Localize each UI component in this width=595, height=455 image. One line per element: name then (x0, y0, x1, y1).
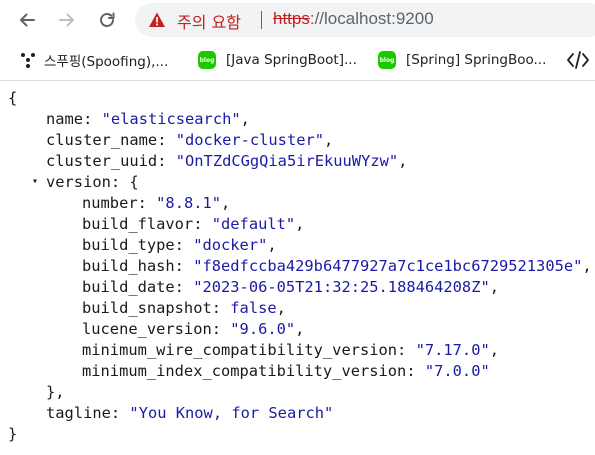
json-line-build-flavor: build_flavor: "default", (82, 215, 305, 233)
json-key: build_hash (82, 257, 175, 275)
bookmark-java-springboot[interactable]: blog [Java SpringBoot]... (198, 50, 357, 70)
forward-arrow-icon (59, 13, 74, 27)
url-scheme: https (273, 9, 310, 28)
browser-toolbar: 주의 요함 https://localhost:9200 (0, 0, 595, 40)
json-open-brace: { (8, 89, 18, 107)
json-value: "default" (211, 215, 296, 233)
bookmark-label: [Java SpringBoot]... (226, 52, 357, 68)
json-value: "7.17.0" (415, 341, 490, 359)
back-button[interactable] (12, 5, 42, 35)
json-key: version (46, 173, 111, 191)
json-value: "2023-06-05T21:32:25.188464208Z" (193, 278, 490, 296)
bookmark-label: [Spring] SpringBoo... (406, 52, 547, 68)
reload-icon (100, 12, 115, 27)
json-value: "You Know, for Search" (129, 404, 334, 422)
blog-icon: blog (378, 51, 396, 69)
json-line-build-type: build_type: "docker", (82, 236, 277, 254)
json-key: build_date (82, 278, 175, 296)
code-icon[interactable] (566, 50, 590, 70)
omnibox-separator (261, 11, 262, 29)
json-line-cluster-uuid: cluster_uuid: "OnTZdCGgQia5irEkuuWYzw", (46, 152, 408, 170)
json-value: "elasticsearch" (101, 110, 241, 128)
json-key: lucene_version (82, 320, 212, 338)
json-value: "docker" (193, 236, 268, 254)
not-secure-label[interactable]: 주의 요함 (177, 9, 241, 33)
json-key: minimum_index_compatibility_version (82, 362, 407, 380)
json-value: false (230, 299, 277, 317)
json-key: tagline (46, 404, 111, 422)
json-key: build_snapshot (82, 299, 212, 317)
json-value: "8.8.1" (156, 194, 222, 212)
bookmark-spoofing[interactable]: 스푸핑(Spoofing),... (20, 50, 168, 70)
json-line-min-wire: minimum_wire_compatibility_version: "7.1… (82, 341, 500, 359)
json-version-close: }, (46, 383, 65, 401)
bookmark-spring-springboot[interactable]: blog [Spring] SpringBoo... (378, 50, 546, 70)
json-key: cluster_name (46, 131, 158, 149)
json-line-number: number: "8.8.1", (82, 194, 231, 212)
json-key: build_flavor (82, 215, 194, 233)
json-line-lucene-version: lucene_version: "9.6.0", (82, 320, 305, 338)
json-close-brace: } (8, 425, 18, 443)
forward-button[interactable] (52, 5, 82, 35)
bookmark-label: 스푸핑(Spoofing),... (44, 54, 169, 70)
json-value: "f8edfccba429b6477927a7c1ce1bc6729521305… (193, 257, 583, 275)
url-text[interactable]: https://localhost:9200 (273, 9, 434, 29)
reload-button[interactable] (92, 5, 122, 35)
json-value: "9.6.0" (230, 320, 296, 338)
json-key: build_type (82, 236, 175, 254)
back-arrow-icon (20, 13, 35, 27)
json-line-min-index: minimum_index_compatibility_version: "7.… (82, 362, 490, 380)
bookmarks-bar: 스푸핑(Spoofing),... blog [Java SpringBoot]… (0, 40, 595, 81)
json-line-name: name: "elasticsearch", (46, 110, 250, 128)
json-line-build-date: build_date: "2023-06-05T21:32:25.1884642… (82, 278, 500, 296)
json-line-version[interactable]: version: { (46, 172, 139, 193)
json-line-cluster-name: cluster_name: "docker-cluster", (46, 131, 334, 149)
json-line-tagline: tagline: "You Know, for Search" (46, 404, 334, 422)
json-key: number (82, 194, 138, 212)
json-key: cluster_uuid (46, 152, 158, 170)
json-key: minimum_wire_compatibility_version (82, 341, 398, 359)
collapse-toggle-icon[interactable]: ▾ (32, 176, 38, 187)
url-host: ://localhost:9200 (309, 9, 434, 28)
dots-icon (21, 53, 35, 68)
json-value: "OnTZdCGgQia5irEkuuWYzw" (175, 152, 399, 170)
warning-triangle-icon (149, 12, 165, 27)
json-line-build-snapshot: build_snapshot: false, (82, 299, 286, 317)
json-value: "7.0.0" (424, 362, 490, 380)
json-value: "docker-cluster" (175, 131, 325, 149)
blog-icon: blog (198, 51, 216, 69)
json-key: name (46, 110, 84, 128)
address-bar[interactable]: 주의 요함 https://localhost:9200 (135, 3, 595, 37)
json-line-build-hash: build_hash: "f8edfccba429b6477927a7c1ce1… (82, 257, 592, 275)
